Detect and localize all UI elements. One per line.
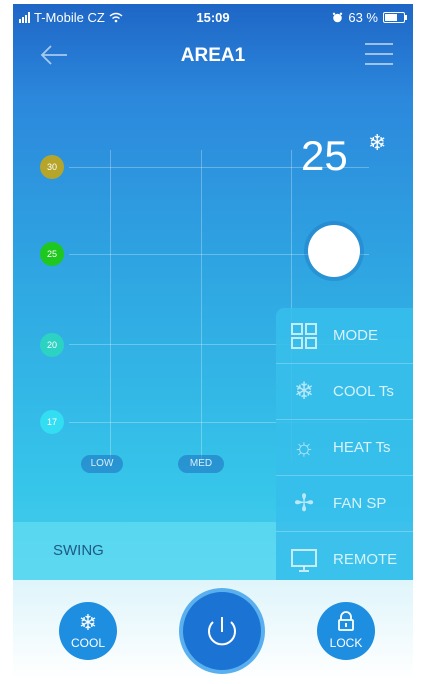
menu-item-label: COOL Ts xyxy=(333,383,394,400)
fan-speed-low[interactable]: LOW xyxy=(81,455,123,473)
bottom-controls: ❄ COOL LOCK xyxy=(13,580,413,680)
alarm-icon xyxy=(333,12,343,23)
menu-item-fan-sp[interactable]: ✢ FAN SP xyxy=(276,476,413,532)
battery-percent: 63 % xyxy=(348,10,378,25)
lock-button[interactable]: LOCK xyxy=(317,602,375,660)
menu-item-cool-ts[interactable]: ❄ COOL Ts xyxy=(276,364,413,420)
status-bar: T-Mobile CZ 15:09 63 % xyxy=(13,4,413,30)
snowflake-icon: ❄ xyxy=(293,378,315,405)
menu-item-label: MODE xyxy=(333,327,378,344)
snowflake-icon: ❄ xyxy=(368,130,387,155)
temp-scale-30: 30 xyxy=(40,155,64,179)
power-icon xyxy=(208,617,236,646)
lock-icon xyxy=(338,611,354,631)
nav-bar: AREA1 xyxy=(13,30,413,82)
fan-speed-med[interactable]: MED xyxy=(178,455,224,473)
fan-icon: ✢ xyxy=(293,490,315,517)
menu-item-label: REMOTE xyxy=(333,551,398,568)
sun-icon: ☼ xyxy=(293,434,315,461)
temp-scale-17: 17 xyxy=(40,410,64,434)
monitor-icon xyxy=(291,549,317,572)
temp-scale-20: 20 xyxy=(40,333,64,357)
page-title: AREA1 xyxy=(180,45,246,66)
swing-label: SWING xyxy=(53,542,104,559)
menu-item-heat-ts[interactable]: ☼ HEAT Ts xyxy=(276,420,413,476)
menu-item-label: HEAT Ts xyxy=(333,439,391,456)
cool-mode-button[interactable]: ❄ COOL xyxy=(59,602,117,660)
battery-group: 63 % xyxy=(332,10,407,25)
grid-line xyxy=(110,150,111,462)
function-menu: MODE ❄ COOL Ts ☼ HEAT Ts ✢ FAN SP REMOTE xyxy=(276,308,413,588)
lock-label: LOCK xyxy=(329,636,363,650)
battery-icon xyxy=(383,12,407,23)
menu-item-remote[interactable]: REMOTE xyxy=(276,532,413,587)
menu-item-mode[interactable]: MODE xyxy=(276,308,413,364)
power-button[interactable] xyxy=(183,592,261,670)
grid-icon xyxy=(291,323,317,349)
setpoint-handle[interactable] xyxy=(308,225,360,277)
temp-scale-25: 25 xyxy=(40,242,64,266)
snowflake-icon: ❄ xyxy=(78,610,98,635)
cool-label: COOL xyxy=(70,636,105,650)
temperature-value: 25 xyxy=(301,132,348,179)
hamburger-menu-icon[interactable] xyxy=(365,43,393,67)
menu-item-label: FAN SP xyxy=(333,495,387,512)
grid-line xyxy=(201,150,202,462)
app-screen: T-Mobile CZ 15:09 63 % AREA1 30 25 20 17… xyxy=(13,4,413,680)
